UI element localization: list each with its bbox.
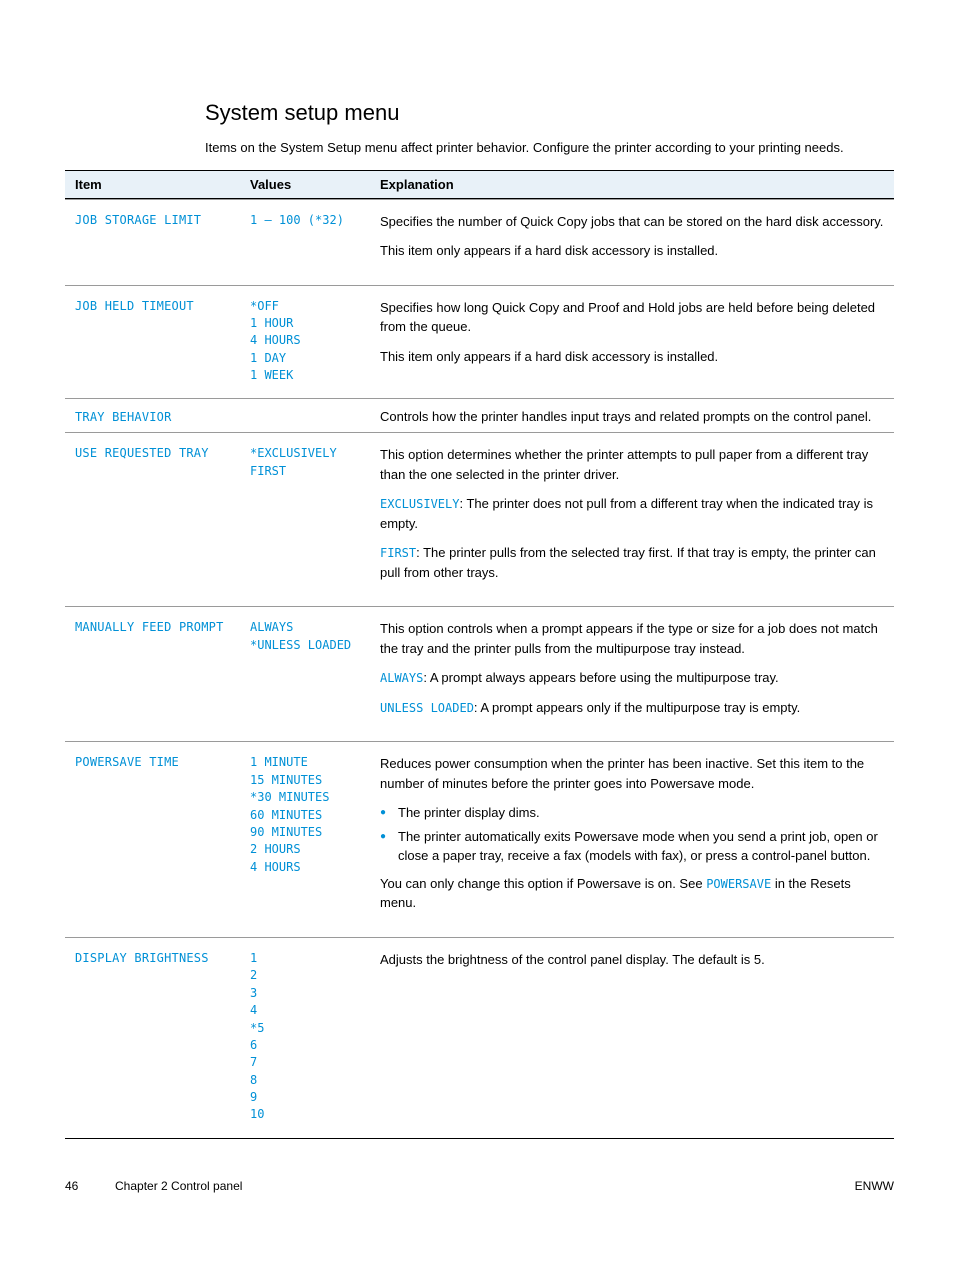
row-display-brightness: DISPLAY BRIGHTNESS 1 2 3 4 *5 6 7 8 9 10… [65,937,894,1138]
text: This item only appears if a hard disk ac… [380,347,884,367]
item-values: *OFF 1 HOUR 4 HOURS 1 DAY 1 WEEK [250,299,301,383]
list-item: The printer display dims. [398,803,884,823]
text: This option determines whether the print… [380,445,884,484]
text: EXCLUSIVELY: The printer does not pull f… [380,494,884,533]
row-powersave-time: POWERSAVE TIME 1 MINUTE 15 MINUTES *30 M… [65,741,894,937]
item-values: 1 – 100 (*32) [250,213,344,227]
row-use-requested-tray: USE REQUESTED TRAY *EXCLUSIVELY FIRST Th… [65,432,894,606]
chapter-label: Chapter 2 Control panel [115,1179,834,1193]
item-explanation: Adjusts the brightness of the control pa… [380,950,884,980]
text: : The printer pulls from the selected tr… [380,545,876,580]
text: Adjusts the brightness of the control pa… [380,950,884,970]
item-label: JOB STORAGE LIMIT [75,213,201,227]
row-manually-feed-prompt: MANUALLY FEED PROMPT ALWAYS *UNLESS LOAD… [65,606,894,741]
th-explanation: Explanation [380,177,884,192]
item-explanation: Specifies how long Quick Copy and Proof … [380,298,884,377]
item-values: 1 2 3 4 *5 6 7 8 9 10 [250,951,264,1122]
item-label: USE REQUESTED TRAY [75,446,209,460]
list-item: The printer automatically exits Powersav… [398,827,884,866]
item-explanation: This option determines whether the print… [380,445,884,592]
text: ALWAYS: A prompt always appears before u… [380,668,884,688]
text: You can only change this option if Power… [380,876,706,891]
item-label: DISPLAY BRIGHTNESS [75,951,209,965]
option-label: ALWAYS [380,671,423,685]
text: Reduces power consumption when the print… [380,754,884,793]
th-item: Item [75,177,250,192]
enww-label: ENWW [834,1179,894,1193]
table-header: Item Values Explanation [65,170,894,199]
text: FIRST: The printer pulls from the select… [380,543,884,582]
cross-ref-link[interactable]: POWERSAVE [706,877,771,891]
item-label: TRAY BEHAVIOR [75,410,172,424]
item-explanation: Reduces power consumption when the print… [380,754,884,923]
option-label: FIRST [380,546,416,560]
item-values: *EXCLUSIVELY FIRST [250,446,337,477]
th-values: Values [250,177,380,192]
text: This item only appears if a hard disk ac… [380,241,884,261]
item-explanation: This option controls when a prompt appea… [380,619,884,727]
item-values: ALWAYS *UNLESS LOADED [250,620,351,651]
page-number: 46 [65,1179,105,1193]
bullet-list: The printer display dims. The printer au… [380,803,884,866]
text: Specifies the number of Quick Copy jobs … [380,212,884,232]
text: This option controls when a prompt appea… [380,619,884,658]
option-label: UNLESS LOADED [380,701,474,715]
section-lead: Items on the System Setup menu affect pr… [205,138,894,158]
row-job-storage-limit: JOB STORAGE LIMIT 1 – 100 (*32) Specifie… [65,199,894,285]
option-label: EXCLUSIVELY [380,497,459,511]
item-values: 1 MINUTE 15 MINUTES *30 MINUTES 60 MINUT… [250,755,329,873]
text: UNLESS LOADED: A prompt appears only if … [380,698,884,718]
row-job-held-timeout: JOB HELD TIMEOUT *OFF 1 HOUR 4 HOURS 1 D… [65,285,894,399]
item-label: MANUALLY FEED PROMPT [75,620,224,634]
section-title: System setup menu [205,100,894,126]
row-tray-behavior: TRAY BEHAVIOR Controls how the printer h… [65,398,894,432]
text: Specifies how long Quick Copy and Proof … [380,298,884,337]
item-label: POWERSAVE TIME [75,755,179,769]
text: You can only change this option if Power… [380,874,884,913]
text: : A prompt appears only if the multipurp… [474,700,800,715]
page-footer: 46 Chapter 2 Control panel ENWW [65,1179,894,1233]
item-label: JOB HELD TIMEOUT [75,299,194,313]
item-explanation: Specifies the number of Quick Copy jobs … [380,212,884,271]
text: : A prompt always appears before using t… [423,670,778,685]
item-explanation: Controls how the printer handles input t… [380,409,884,424]
